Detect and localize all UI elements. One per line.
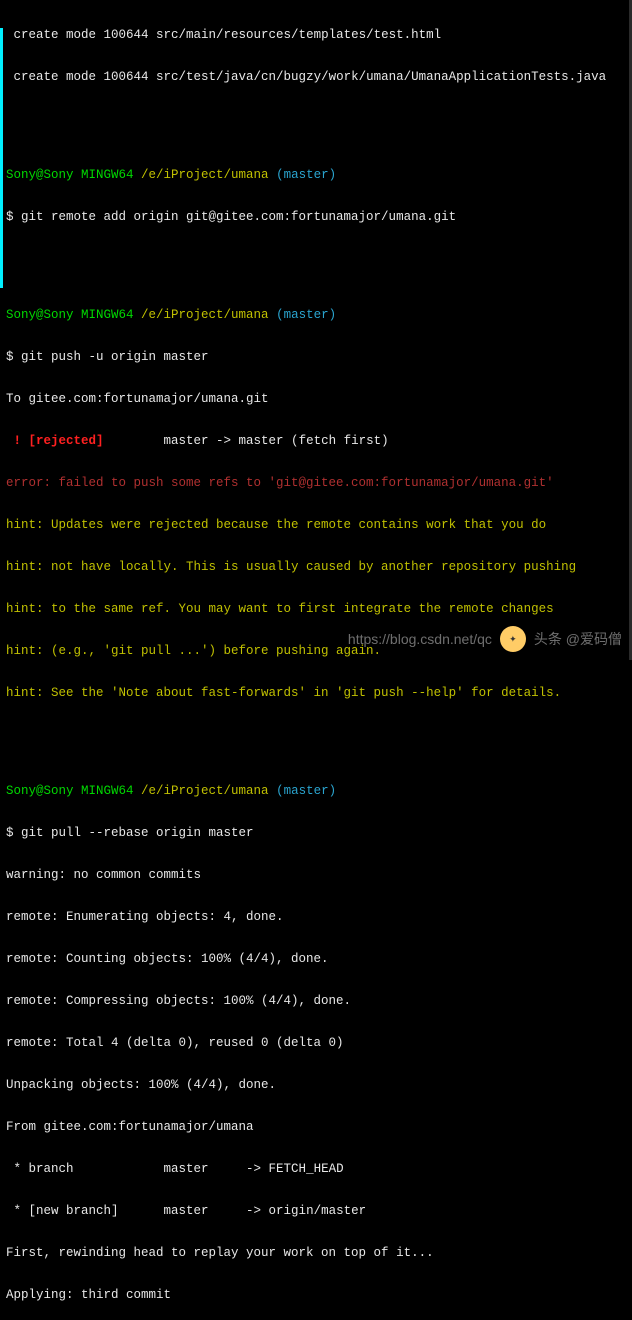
- prompt-branch: (master): [269, 168, 337, 182]
- prompt-user: Sony@Sony: [6, 168, 74, 182]
- output-line: remote: Compressing objects: 100% (4/4),…: [6, 994, 626, 1008]
- output-line: remote: Counting objects: 100% (4/4), do…: [6, 952, 626, 966]
- prompt-path: /e/iProject/umana: [141, 784, 269, 798]
- output-line: * [new branch] master -> origin/master: [6, 1204, 626, 1218]
- output-line: Unpacking objects: 100% (4/4), done.: [6, 1078, 626, 1092]
- watermark-badge: 头条 @爱码僧: [534, 632, 622, 646]
- prompt-line: Sony@Sony MINGW64 /e/iProject/umana (mas…: [6, 168, 626, 182]
- output-line: From gitee.com:fortunamajor/umana: [6, 1120, 626, 1134]
- prompt-path: /e/iProject/umana: [141, 168, 269, 182]
- output-line: create mode 100644 src/test/java/cn/bugz…: [6, 70, 626, 84]
- output-line: remote: Total 4 (delta 0), reused 0 (del…: [6, 1036, 626, 1050]
- hint-line: hint: not have locally. This is usually …: [6, 560, 626, 574]
- output-line: create mode 100644 src/main/resources/te…: [6, 28, 626, 42]
- prompt-host: MINGW64: [74, 168, 142, 182]
- output-line: * branch master -> FETCH_HEAD: [6, 1162, 626, 1176]
- prompt-line: Sony@Sony MINGW64 /e/iProject/umana (mas…: [6, 308, 626, 322]
- blank-line: [6, 252, 626, 266]
- prompt-host: MINGW64: [74, 784, 142, 798]
- rejected-line: ! [rejected] master -> master (fetch fir…: [6, 434, 626, 448]
- command-line: $ git push -u origin master: [6, 350, 626, 364]
- hint-line: hint: to the same ref. You may want to f…: [6, 602, 626, 616]
- watermark: https://blog.csdn.net/qc ✦ 头条 @爱码僧: [348, 626, 622, 652]
- watermark-avatar-icon: ✦: [500, 626, 526, 652]
- selection-bar: [0, 28, 3, 288]
- prompt-branch: (master): [269, 784, 337, 798]
- prompt-path: /e/iProject/umana: [141, 308, 269, 322]
- hint-line: hint: See the 'Note about fast-forwards'…: [6, 686, 626, 700]
- prompt-branch: (master): [269, 308, 337, 322]
- hint-line: hint: Updates were rejected because the …: [6, 518, 626, 532]
- output-line: Applying: third commit: [6, 1288, 626, 1302]
- command-line: $ git remote add origin git@gitee.com:fo…: [6, 210, 626, 224]
- output-line: First, rewinding head to replay your wor…: [6, 1246, 626, 1260]
- output-line: remote: Enumerating objects: 4, done.: [6, 910, 626, 924]
- prompt-user: Sony@Sony: [6, 784, 74, 798]
- rejected-detail: master -> master (fetch first): [104, 434, 389, 448]
- prompt-host: MINGW64: [74, 308, 142, 322]
- watermark-url: https://blog.csdn.net/qc: [348, 632, 492, 646]
- command-line: $ git pull --rebase origin master: [6, 826, 626, 840]
- output-line: warning: no common commits: [6, 868, 626, 882]
- blank-line: [6, 728, 626, 742]
- rejected-label: ! [rejected]: [6, 434, 104, 448]
- blank-line: [6, 112, 626, 126]
- output-line: To gitee.com:fortunamajor/umana.git: [6, 392, 626, 406]
- terminal-output[interactable]: create mode 100644 src/main/resources/te…: [0, 0, 632, 1320]
- prompt-line: Sony@Sony MINGW64 /e/iProject/umana (mas…: [6, 784, 626, 798]
- error-line: error: failed to push some refs to 'git@…: [6, 476, 626, 490]
- prompt-user: Sony@Sony: [6, 308, 74, 322]
